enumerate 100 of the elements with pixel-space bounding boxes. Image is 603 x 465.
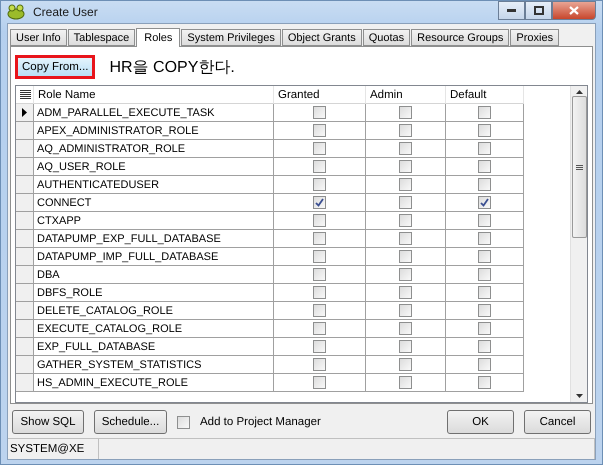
checkbox[interactable]: [478, 124, 491, 137]
checkbox[interactable]: [478, 340, 491, 353]
row-header[interactable]: [16, 104, 34, 122]
tab[interactable]: Resource Groups: [411, 29, 510, 46]
grip-icon: [576, 164, 582, 170]
maximize-button[interactable]: [525, 1, 552, 20]
column-header[interactable]: Admin: [366, 86, 446, 104]
role-name-cell: AQ_ADMINISTRATOR_ROLE: [34, 140, 274, 158]
frog-icon: [7, 4, 25, 20]
checkbox[interactable]: [313, 160, 326, 173]
show-sql-button[interactable]: Show SQL: [12, 410, 84, 434]
checkbox[interactable]: [399, 250, 412, 263]
tab[interactable]: Proxies: [510, 29, 560, 46]
checkbox[interactable]: [478, 358, 491, 371]
checkbox[interactable]: [478, 160, 491, 173]
list-icon: [20, 90, 31, 99]
checkbox[interactable]: [313, 124, 326, 137]
checkbox[interactable]: [313, 106, 326, 119]
role-name-cell: HS_ADMIN_EXECUTE_ROLE: [34, 374, 274, 392]
copy-from-button[interactable]: Copy From...: [15, 55, 96, 79]
checkbox[interactable]: [177, 416, 190, 428]
checkbox[interactable]: [478, 286, 491, 299]
cancel-button[interactable]: Cancel: [524, 410, 591, 434]
checkbox[interactable]: [399, 286, 412, 299]
role-name-cell: APEX_ADMINISTRATOR_ROLE: [34, 122, 274, 140]
role-name-cell: DATAPUMP_EXP_FULL_DATABASE: [34, 230, 274, 248]
checkbox[interactable]: [399, 304, 412, 317]
tab[interactable]: System Privileges: [181, 29, 281, 46]
tab[interactable]: Object Grants: [282, 29, 362, 46]
minimize-button[interactable]: [498, 1, 525, 20]
row-pointer-icon: [22, 108, 27, 117]
checkbox[interactable]: [313, 304, 326, 317]
column-header[interactable]: Granted: [274, 86, 366, 104]
checkbox[interactable]: [313, 376, 326, 389]
checkbox[interactable]: [399, 178, 412, 191]
checkbox[interactable]: [478, 322, 491, 335]
minimize-icon: [507, 9, 516, 12]
ok-button[interactable]: OK: [447, 410, 514, 434]
checkbox[interactable]: [313, 322, 326, 335]
checkbox[interactable]: [313, 250, 326, 263]
maximize-icon: [534, 6, 544, 15]
checkbox[interactable]: [399, 268, 412, 281]
checkbox[interactable]: [399, 376, 412, 389]
role-name-cell: CONNECT: [34, 194, 274, 212]
checkbox[interactable]: [478, 214, 491, 227]
role-name-cell: AQ_USER_ROLE: [34, 158, 274, 176]
checkbox[interactable]: [313, 286, 326, 299]
checkbox[interactable]: [478, 250, 491, 263]
checkbox[interactable]: [478, 304, 491, 317]
checkbox[interactable]: [313, 214, 326, 227]
tab[interactable]: Tablespace: [68, 29, 136, 46]
scrollbar[interactable]: [570, 86, 587, 402]
checkbox[interactable]: [399, 160, 412, 173]
checkbox[interactable]: [313, 340, 326, 353]
checkbox[interactable]: [313, 196, 326, 209]
scroll-down-icon[interactable]: [576, 394, 582, 398]
role-name-cell: EXP_FULL_DATABASE: [34, 338, 274, 356]
role-name-cell: DELETE_CATALOG_ROLE: [34, 302, 274, 320]
role-name-cell: DATAPUMP_IMP_FULL_DATABASE: [34, 248, 274, 266]
close-icon: [569, 6, 579, 15]
checkbox[interactable]: [478, 142, 491, 155]
role-name-cell: AUTHENTICATEDUSER: [34, 176, 274, 194]
checkbox[interactable]: [399, 124, 412, 137]
checkbox[interactable]: [313, 268, 326, 281]
checkbox[interactable]: [313, 358, 326, 371]
checkbox[interactable]: [399, 358, 412, 371]
role-name-cell: ADM_PARALLEL_EXECUTE_TASK: [34, 104, 274, 122]
checkbox[interactable]: [478, 196, 491, 209]
checkbox[interactable]: [399, 214, 412, 227]
column-header[interactable]: Role Name: [34, 86, 274, 104]
window-title: Create User: [33, 5, 98, 19]
checkbox[interactable]: [399, 322, 412, 335]
checkbox[interactable]: [478, 106, 491, 119]
tab[interactable]: Quotas: [362, 29, 410, 46]
checkbox[interactable]: [313, 142, 326, 155]
checkbox[interactable]: [478, 232, 491, 245]
checkbox[interactable]: [478, 376, 491, 389]
role-name-cell: EXECUTE_CATALOG_ROLE: [34, 320, 274, 338]
annotation-text: HR을 COPY한다.: [109, 58, 235, 78]
role-name-cell: CTXAPP: [34, 212, 274, 230]
column-header[interactable]: Default: [446, 86, 524, 104]
status-connection: SYSTEM@XE: [8, 439, 99, 459]
checkbox[interactable]: [399, 196, 412, 209]
scrollbar-thumb[interactable]: [572, 96, 586, 238]
close-button[interactable]: [552, 1, 596, 20]
role-name-cell: DBA: [34, 266, 274, 284]
checkbox[interactable]: [478, 178, 491, 191]
scroll-up-icon[interactable]: [576, 90, 582, 94]
checkbox[interactable]: [399, 340, 412, 353]
checkbox[interactable]: [313, 178, 326, 191]
checkbox[interactable]: [478, 268, 491, 281]
checkbox[interactable]: [399, 106, 412, 119]
tab[interactable]: Roles: [136, 28, 180, 47]
schedule-button[interactable]: Schedule...: [94, 410, 167, 434]
role-name-cell: GATHER_SYSTEM_STATISTICS: [34, 356, 274, 374]
checkbox[interactable]: [399, 142, 412, 155]
role-name-cell: DBFS_ROLE: [34, 284, 274, 302]
tab[interactable]: User Info: [10, 29, 67, 46]
checkbox[interactable]: [399, 232, 412, 245]
checkbox[interactable]: [313, 232, 326, 245]
